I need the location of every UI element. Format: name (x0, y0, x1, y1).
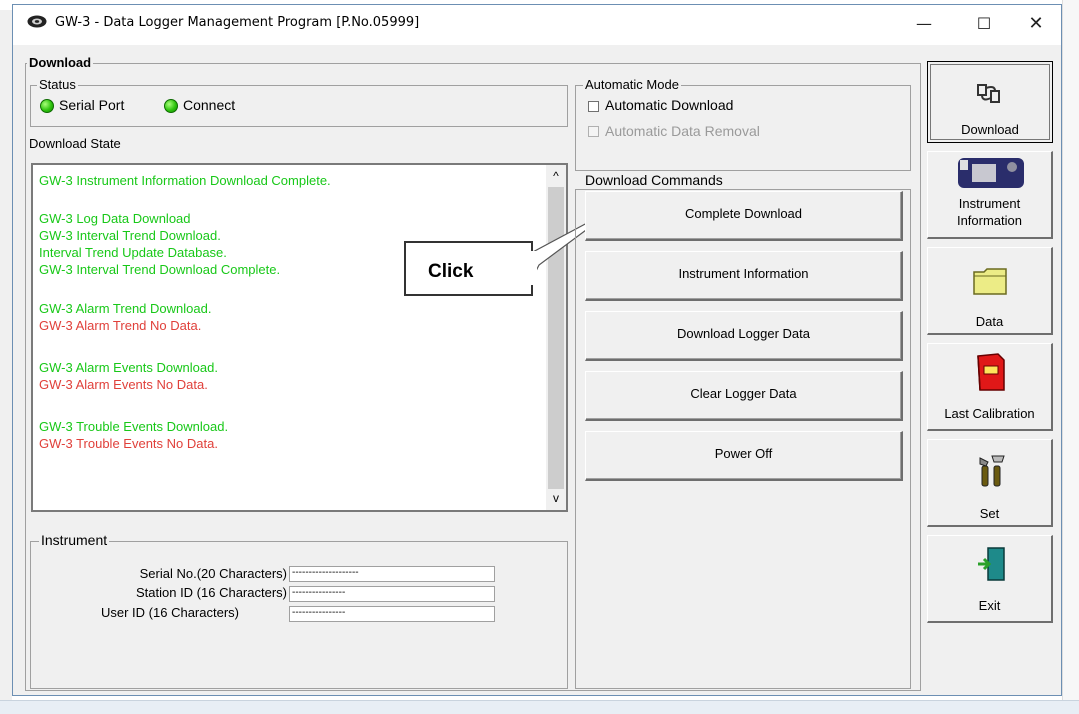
background-left-edge (0, 10, 12, 713)
connect-label: Connect (183, 97, 236, 113)
tools-icon (979, 455, 1005, 487)
sidebar-last-calibration-button[interactable]: Last Calibration (927, 343, 1053, 431)
log-line: GW-3 Trouble Events Download. (39, 419, 229, 434)
sidebar-download-label: Download (961, 122, 1019, 137)
download-icon (977, 84, 1000, 103)
automatic-mode-label: Automatic Mode (583, 77, 681, 92)
log-line: GW-3 Instrument Information Download Com… (39, 173, 331, 188)
log-line: GW-3 Interval Trend Download Complete. (39, 262, 281, 277)
exit-door-icon (978, 547, 1005, 581)
title-bar: GW-3 - Data Logger Management Program [P… (13, 5, 1061, 45)
download-logger-data-button[interactable]: Download Logger Data (585, 311, 903, 361)
log-line: GW-3 Alarm Events Download. (39, 360, 218, 375)
status-group-label: Status (37, 77, 78, 92)
station-id-label: Station ID (16 Characters) (135, 585, 287, 600)
station-id-field[interactable]: ---------------- (289, 586, 495, 602)
automatic-data-removal-label: Automatic Data Removal (605, 123, 760, 139)
app-window: GW-3 - Data Logger Management Program [P… (12, 4, 1062, 696)
automatic-data-removal-checkbox[interactable] (588, 126, 599, 137)
serial-port-led-icon (40, 99, 54, 113)
download-group-label: Download (27, 55, 94, 70)
sidebar-set-label: Set (979, 506, 1000, 521)
sidebar-exit-button[interactable]: Exit (927, 535, 1053, 623)
sidebar-set-button[interactable]: Set (927, 439, 1053, 527)
sidebar-last-calibration-label: Last Calibration (944, 406, 1035, 421)
download-commands-label: Download Commands (583, 172, 725, 188)
serial-no-label: Serial No.(20 Characters) (139, 566, 287, 581)
serial-port-label: Serial Port (59, 97, 125, 113)
folder-icon (973, 268, 1007, 295)
instrument-device-icon (958, 158, 1024, 188)
connect-led-icon (164, 99, 178, 113)
user-id-field[interactable]: ---------------- (289, 606, 495, 622)
book-icon (977, 353, 1005, 391)
sidebar-data-label: Data (975, 314, 1004, 329)
log-line: GW-3 Trouble Events No Data. (39, 436, 218, 451)
automatic-download-checkbox[interactable] (588, 101, 599, 112)
sidebar-instrument-label-2: Information (956, 213, 1023, 228)
click-callout: Click (404, 241, 533, 296)
scroll-down-arrow-icon[interactable]: v (546, 491, 566, 507)
log-line: GW-3 Alarm Trend Download. (39, 301, 212, 316)
complete-download-button[interactable]: Complete Download (585, 191, 903, 241)
close-button[interactable]: ✕ (1013, 5, 1059, 43)
callout-text: Click (428, 261, 474, 282)
log-line: GW-3 Alarm Events No Data. (39, 377, 208, 392)
log-line: GW-3 Alarm Trend No Data. (39, 318, 202, 333)
serial-no-field[interactable]: -------------------- (289, 566, 495, 582)
log-line: GW-3 Log Data Download (39, 211, 191, 226)
minimize-button[interactable]: — (901, 5, 947, 43)
download-state-label: Download State (29, 136, 121, 151)
window-title: GW-3 - Data Logger Management Program [P… (55, 15, 420, 30)
taskbar-strip (0, 700, 1079, 714)
sidebar-exit-label: Exit (978, 598, 1001, 613)
app-logo-icon (27, 15, 47, 28)
automatic-download-label: Automatic Download (605, 97, 734, 113)
sidebar-download-button[interactable]: Download (927, 61, 1053, 143)
log-line: Interval Trend Update Database. (39, 245, 227, 260)
maximize-button[interactable]: ☐ (961, 5, 1007, 43)
log-line: GW-3 Interval Trend Download. (39, 228, 221, 243)
sidebar-instrument-label-1: Instrument (958, 196, 1021, 211)
user-id-label: User ID (16 Characters) (101, 605, 239, 620)
scroll-up-arrow-icon[interactable]: ^ (546, 169, 566, 185)
sidebar-instrument-information-button[interactable]: Instrument Information (927, 151, 1053, 239)
instrument-group-label: Instrument (39, 532, 110, 548)
background-right-edge (1062, 0, 1079, 713)
sidebar-data-button[interactable]: Data (927, 247, 1053, 335)
power-off-button[interactable]: Power Off (585, 431, 903, 481)
clear-logger-data-button[interactable]: Clear Logger Data (585, 371, 903, 421)
instrument-information-button[interactable]: Instrument Information (585, 251, 903, 301)
callout-join (529, 251, 537, 285)
